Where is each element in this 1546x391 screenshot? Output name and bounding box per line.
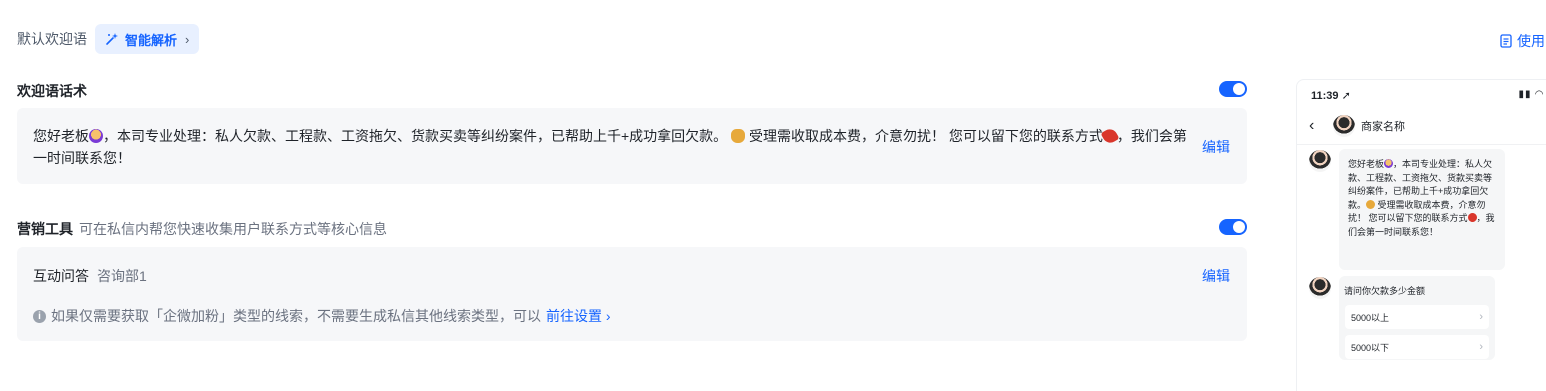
go-settings-link[interactable]: 前往设置 › <box>546 306 611 326</box>
welcome-text-part1: 您好老板 <box>33 128 89 144</box>
chevron-right-icon: › <box>185 31 190 47</box>
message-avatar <box>1309 277 1331 299</box>
marketing-panel: 互动问答 咨询部1 编辑 i 如果仅需要获取「企微加粉」类型的线索，不需要生成私信… <box>17 247 1247 341</box>
marketing-section-description: 可在私信内帮您快速收集用户联系方式等核心信息 <box>79 221 387 237</box>
marketing-toggle[interactable] <box>1219 219 1247 235</box>
marketing-section-header: 营销工具 可在私信内帮您快速收集用户联系方式等核心信息 <box>17 219 387 239</box>
option-item[interactable]: 5000以下 › <box>1345 335 1489 359</box>
default-greeting-label: 默认欢迎语 <box>17 31 87 47</box>
money-bag-emoji-icon <box>731 129 746 143</box>
option-label: 5000以上 <box>1351 312 1390 323</box>
sparkle-wand-icon <box>106 33 118 45</box>
location-arrow-icon: ➚ <box>1341 90 1351 102</box>
raising-hand-emoji-icon <box>89 129 103 143</box>
marketing-section-title: 营销工具 <box>17 221 73 237</box>
back-arrow-icon[interactable]: ‹ <box>1309 117 1325 135</box>
interactive-qa-label: 互动问答 <box>33 268 89 284</box>
marketing-edit-button[interactable]: 编辑 <box>1202 266 1230 286</box>
merchant-name: 商家名称 <box>1361 121 1405 133</box>
status-bar: 11:39 ➚ ▮▮ ◠ <box>1311 89 1546 103</box>
welcome-toggle[interactable] <box>1219 81 1247 97</box>
welcome-panel: 您好老板 ，本司专业处理：私人欠款、工程款、工资拖欠、货款买卖等纠纷案件，已帮助上… <box>17 108 1247 184</box>
ai-parse-button[interactable]: 智能解析 › <box>95 24 200 54</box>
document-icon <box>1500 34 1512 48</box>
use-label: 使用 <box>1517 33 1545 49</box>
chevron-right-icon: › <box>1479 311 1483 323</box>
status-time-text: 11:39 <box>1311 90 1339 102</box>
option-item[interactable]: 5000以上 › <box>1345 305 1489 329</box>
question-bubble: 请问你欠款多少金额 5000以上 › 5000以下 › <box>1339 276 1495 360</box>
use-link[interactable]: 使用 <box>1500 31 1546 51</box>
chevron-right-icon: › <box>1479 341 1483 353</box>
hint-row: i 如果仅需要获取「企微加粉」类型的线索，不需要生成私信其他线索类型，可以 前往… <box>33 306 611 326</box>
top-row: 默认欢迎语 智能解析 › <box>17 24 200 54</box>
hint-text: 如果仅需要获取「企微加粉」类型的线索，不需要生成私信其他线索类型，可以 <box>51 308 541 324</box>
phone-preview: 11:39 ➚ ▮▮ ◠ ‹ 商家名称 您好老板 ，本司专业处理：私人欠款、工程款… <box>1296 79 1546 391</box>
chat-header: ‹ 商家名称 <box>1309 114 1546 138</box>
money-bag-emoji-icon <box>1366 199 1376 209</box>
welcome-section-title: 欢迎语话术 <box>17 83 87 99</box>
bubble-text-part1: 您好老板 <box>1348 159 1385 169</box>
interactive-qa-row: 互动问答 咨询部1 <box>33 266 147 286</box>
welcome-message-bubble: 您好老板 ，本司专业处理：私人欠款、工程款、工资拖欠、货款买卖等纠纷案件，已帮助上… <box>1339 149 1505 270</box>
message-avatar <box>1309 150 1331 172</box>
info-icon: i <box>33 309 46 323</box>
welcome-text-part2: ，本司专业处理：私人欠款、工程款、工资拖欠、货款买卖等纠纷案件，已帮助上千+成功… <box>103 128 728 144</box>
status-time: 11:39 ➚ <box>1311 89 1351 102</box>
go-settings-label: 前往设置 <box>546 308 602 324</box>
interactive-qa-value: 咨询部1 <box>97 268 147 284</box>
ai-parse-label: 智能解析 <box>125 32 178 48</box>
welcome-text: 您好老板 ，本司专业处理：私人欠款、工程款、工资拖欠、货款买卖等纠纷案件，已帮助上… <box>33 125 1198 169</box>
raising-hand-emoji-icon <box>1384 159 1394 168</box>
signal-wifi-icon: ▮▮ ◠ <box>1518 89 1544 100</box>
question-text: 请问你欠款多少金额 <box>1344 286 1426 296</box>
merchant-avatar <box>1333 115 1355 137</box>
header-divider <box>1297 144 1546 145</box>
option-label: 5000以下 <box>1351 342 1390 353</box>
welcome-edit-button[interactable]: 编辑 <box>1202 137 1230 157</box>
welcome-text-part3: 受理需收取成本费，介意勿扰！ 您可以留下您的联系方式 <box>745 128 1103 144</box>
